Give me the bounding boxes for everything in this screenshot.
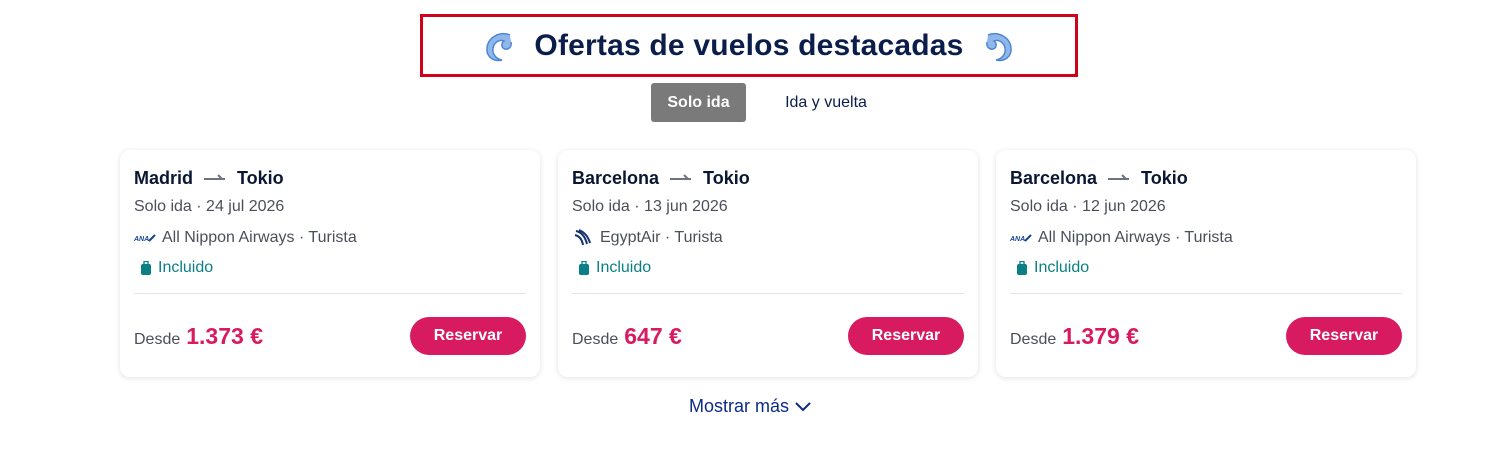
card-footer: Desde 1.373 € Reservar [134, 317, 526, 355]
destination-city: Tokio [237, 167, 284, 188]
wave-icon [985, 32, 1012, 61]
origin-city: Barcelona [572, 167, 660, 188]
origin-city: Madrid [134, 167, 194, 188]
page-title: Ofertas de vuelos destacadas [534, 28, 964, 62]
divider [134, 293, 526, 294]
price-block: Desde 1.373 € [134, 323, 263, 350]
baggage-status: Incluido [1034, 259, 1090, 276]
show-more-container: Mostrar más [0, 396, 1500, 417]
luggage-icon [1017, 260, 1027, 275]
price-block: Desde 647 € [572, 323, 682, 350]
airline-row: ANA All Nippon Airways · Turista [134, 228, 526, 248]
card-footer: Desde 1.379 € Reservar [1010, 317, 1402, 355]
price-block: Desde 1.379 € [1010, 323, 1139, 350]
divider [1010, 293, 1402, 294]
airline-row: EgyptAir · Turista [572, 228, 964, 248]
price-prefix: Desde [572, 330, 619, 348]
destination-city: Tokio [703, 167, 750, 188]
flight-card[interactable]: Barcelona Tokio Solo ida · 13 jun 2026 E… [558, 150, 978, 377]
origin-city: Barcelona [1010, 167, 1098, 188]
route: Barcelona Tokio [572, 166, 964, 190]
price-amount: 647 € [624, 322, 682, 349]
luggage-icon [141, 260, 151, 275]
show-more-label: Mostrar más [688, 396, 789, 416]
baggage-row: Incluido [572, 258, 964, 278]
destination-city: Tokio [1141, 167, 1188, 188]
price-amount: 1.373 € [186, 322, 263, 349]
plane-arrow-icon [1108, 174, 1130, 180]
price-prefix: Desde [1010, 330, 1057, 348]
show-more-link[interactable]: Mostrar más [689, 396, 811, 417]
svg-text:ANA: ANA [1010, 236, 1025, 243]
reservar-button[interactable]: Reservar [1286, 317, 1402, 355]
tab-solo-ida[interactable]: Solo ida [651, 83, 746, 122]
trip-meta: Solo ida · 13 jun 2026 [572, 198, 728, 215]
svg-text:ANA: ANA [134, 236, 149, 243]
section-title-box: Ofertas de vuelos destacadas [420, 14, 1078, 77]
airline-name: All Nippon Airways · Turista [162, 229, 357, 246]
trip-meta: Solo ida · 12 jun 2026 [1010, 198, 1166, 215]
airline-row: ANA All Nippon Airways · Turista [1010, 228, 1402, 248]
card-footer: Desde 647 € Reservar [572, 317, 964, 355]
route: Madrid Tokio [134, 166, 526, 190]
flight-card[interactable]: Madrid Tokio Solo ida · 24 jul 2026 ANA … [120, 150, 540, 377]
baggage-row: Incluido [134, 258, 526, 278]
price-prefix: Desde [134, 330, 181, 348]
reservar-button[interactable]: Reservar [848, 317, 964, 355]
airline-name: EgyptAir · Turista [600, 229, 723, 246]
route: Barcelona Tokio [1010, 166, 1402, 190]
baggage-status: Incluido [596, 259, 652, 276]
price-amount: 1.379 € [1062, 322, 1139, 349]
reservar-button[interactable]: Reservar [410, 317, 526, 355]
tab-ida-y-vuelta[interactable]: Ida y vuelta [746, 83, 906, 122]
baggage-row: Incluido [1010, 258, 1402, 278]
wave-icon [486, 32, 513, 61]
ana-logo-icon: ANA [134, 229, 156, 247]
egyptair-logo-icon [572, 229, 594, 247]
airline-name: All Nippon Airways · Turista [1038, 229, 1233, 246]
ana-logo-icon: ANA [1010, 229, 1032, 247]
plane-arrow-icon [204, 174, 226, 180]
divider [572, 293, 964, 294]
trip-meta: Solo ida · 24 jul 2026 [134, 198, 285, 215]
baggage-status: Incluido [158, 259, 214, 276]
trip-type-tabs: Solo ida Ida y vuelta [651, 83, 906, 122]
plane-arrow-icon [670, 174, 692, 180]
luggage-icon [579, 260, 589, 275]
flight-card[interactable]: Barcelona Tokio Solo ida · 12 jun 2026 A… [996, 150, 1416, 377]
chevron-down-icon [795, 401, 811, 411]
